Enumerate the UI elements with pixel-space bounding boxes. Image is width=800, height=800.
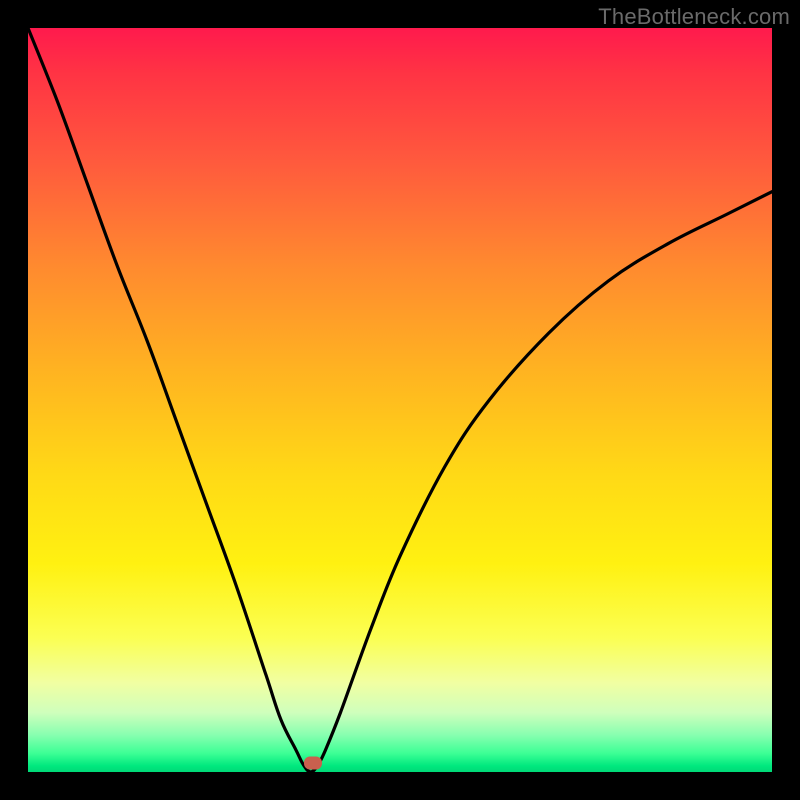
chart-frame: TheBottleneck.com	[0, 0, 800, 800]
watermark-text: TheBottleneck.com	[598, 4, 790, 30]
chart-plot-area	[28, 28, 772, 772]
curve-path	[28, 28, 772, 772]
optimal-point-marker	[304, 757, 322, 770]
bottleneck-curve	[28, 28, 772, 772]
